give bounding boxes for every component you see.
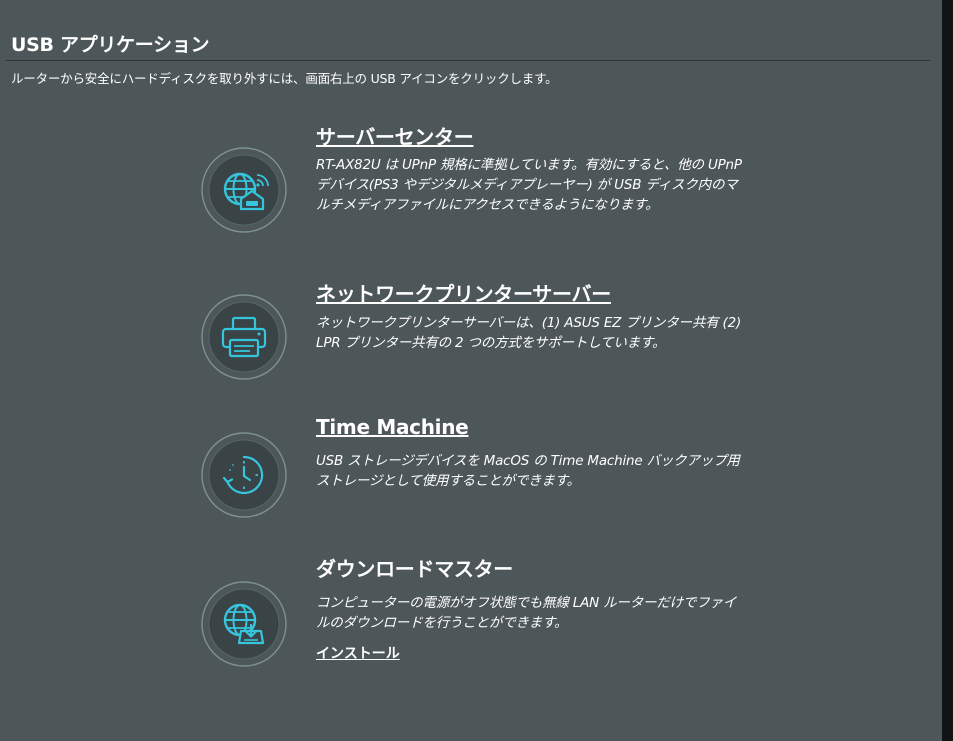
server-center-title-link[interactable]: サーバーセンター [316,121,474,150]
page-subtitle: ルーターから安全にハードディスクを取り外すには、画面右上の USB アイコンをク… [11,71,558,86]
page-title: USB アプリケーション [11,34,210,56]
download-master-description: コンピューターの電源がオフ状態でも無線 LAN ルーターだけでファイルのダウンロ… [316,595,737,631]
title-divider [6,60,930,61]
right-edge-strip [942,0,953,741]
clock-history-icon[interactable] [200,431,288,519]
usb-application-page: USB アプリケーション ルーターから安全にハードディスクを取り外すには、画面右… [0,0,942,741]
globe-download-icon [200,580,288,668]
network-printer-server-title-link[interactable]: ネットワークプリンターサーバー [316,278,611,307]
time-machine-description: USB ストレージデバイスを MacOS の Time Machine バックア… [316,453,740,489]
install-link[interactable]: インストール [316,643,400,663]
download-master-title: ダウンロードマスター [316,557,513,581]
server-center-description: RT-AX82U は UPnP 規格に準拠しています。有効にすると、他の UPn… [316,157,742,213]
network-printer-server-description: ネットワークプリンターサーバーは、(1) ASUS EZ プリンター共有 (2)… [316,315,742,351]
time-machine-title-link[interactable]: Time Machine [316,415,469,439]
globe-house-icon[interactable] [200,146,288,234]
printer-icon[interactable] [200,293,288,381]
